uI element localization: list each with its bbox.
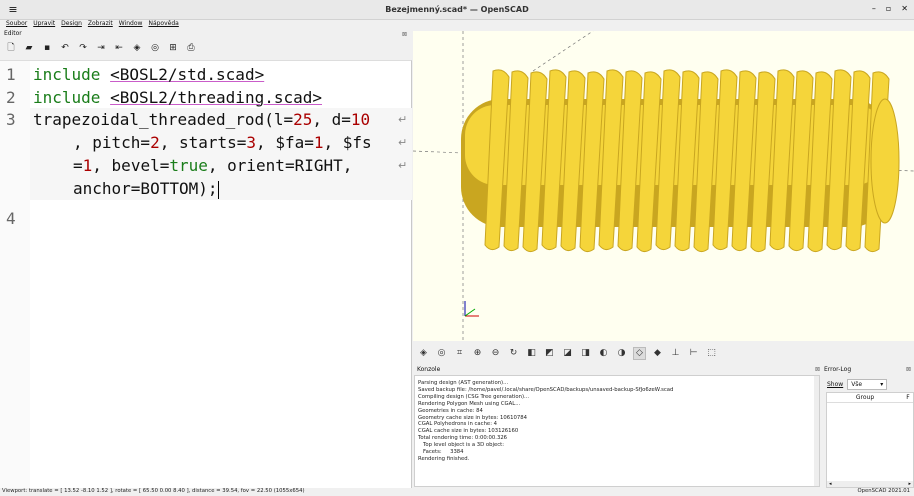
menu-window[interactable]: Window [119,20,143,31]
show-label: Show [827,381,844,388]
menu-design[interactable]: Design [61,20,82,31]
console-line: Parsing design (AST generation)... [418,380,509,386]
render-icon[interactable]: ◎ [150,43,160,53]
editor-toolbar: 🗋 ▰ ▪ ↶ ↷ ⇥ ⇤ ◈ ◎ ⊞ ⎙ [6,41,196,55]
line-number: 4 [6,209,16,228]
view-front-icon[interactable]: ◐ [598,348,609,359]
scroll-right-icon[interactable]: ▸ [908,481,911,487]
indent-icon[interactable]: ⇥ [96,43,106,53]
send-to-print-icon[interactable]: ⎙ [186,43,196,53]
rendered-model [413,31,914,341]
orthogonal-icon[interactable]: ◆ [652,348,663,359]
render-icon[interactable]: ◎ [436,348,447,359]
error-log-close-icon[interactable]: ⊠ [906,366,911,373]
zoom-out-icon[interactable]: ⊖ [490,348,501,359]
view-left-icon[interactable]: ◨ [580,348,591,359]
unindent-icon[interactable]: ⇤ [114,43,124,53]
editor-close-icon[interactable]: ⊠ [402,31,407,38]
error-log-filter: Show Vše ▾ [827,379,888,390]
console-title: Konzole [417,366,441,373]
wrap-indicator-icon: ↵ [398,159,408,172]
line-number: 2 [6,88,16,107]
code-line-1: include <BOSL2/std.scad> [33,65,265,84]
reset-view-icon[interactable]: ↻ [508,348,519,359]
maximize-icon[interactable]: ▫ [886,4,891,13]
preview-icon[interactable]: ◈ [132,43,142,53]
show-select[interactable]: Vše ▾ [847,379,888,390]
code-line-3-wrap-3: anchor=BOTTOM); [73,179,219,199]
preview-icon[interactable]: ◈ [418,348,429,359]
error-log-header: Group F [827,393,913,403]
view-back-icon[interactable]: ◑ [616,348,627,359]
view-bottom-icon[interactable]: ◪ [562,348,573,359]
menu-napoveda[interactable]: Nápověda [148,20,178,31]
console-line: Rendering finished. [418,455,470,462]
line-number: 3 [6,110,16,129]
editor-title: Editor [4,30,22,37]
wrap-indicator-icon: ↵ [398,136,408,149]
version-label: OpenSCAD 2021.01 [857,488,911,494]
show-edges-icon[interactable]: ⬚ [706,348,717,359]
console-line: Total rendering time: 0:00:00.326 [418,435,508,442]
console-line: Geometry cache size in bytes: 10610784 [418,414,527,421]
close-icon[interactable]: ✕ [901,4,908,13]
gizmo-y-axis [464,308,476,317]
zoom-in-icon[interactable]: ⊕ [472,348,483,359]
console-line: Geometries in cache: 84 [418,407,483,414]
console-line: Rendering Polygon Mesh using CGAL... [418,400,521,407]
error-log-hscrollbar[interactable]: ◂ ▸ [827,481,913,487]
viewport-toolbar: ◈ ◎ ⌗ ⊕ ⊖ ↻ ◧ ◩ ◪ ◨ ◐ ◑ ◇ ◆ ⊥ ⊢ ⬚ [418,345,717,361]
error-log-table[interactable]: Group F ◂ ▸ [826,392,914,488]
3d-viewport[interactable] [413,31,914,341]
window-title: Bezejmenný.scad* — OpenSCAD [385,5,529,14]
save-icon[interactable]: ▪ [42,43,52,53]
console-panel[interactable]: Parsing design (AST generation)... Saved… [414,375,820,487]
console-line: Facets: 3384 [418,449,464,456]
open-icon[interactable]: ▰ [24,43,34,53]
console-scrollbar[interactable] [814,376,819,486]
code-editor[interactable]: 1 2 3 4 include <BOSL2/std.scad> include… [0,60,412,488]
code-line-3-wrap-2: =1, bevel=true, orient=RIGHT, [73,156,353,175]
new-icon[interactable]: 🗋 [6,43,16,53]
console-line: Compiling design (CSG Tree generation)..… [418,393,530,400]
error-log-title: Error-Log [824,366,852,373]
code-line-3: trapezoidal_threaded_rod(l=25, d=10 [33,110,371,129]
undo-icon[interactable]: ↶ [60,43,70,53]
line-number: 1 [6,65,16,84]
column-group[interactable]: Group [827,394,903,401]
view-all-icon[interactable]: ⌗ [454,348,465,359]
menu-upravit[interactable]: Upravit [33,20,55,31]
column-f[interactable]: F [903,394,913,401]
viewport-status: Viewport: translate = [ 13.52 -8.10 1.52… [2,488,305,494]
console-close-icon[interactable]: ⊠ [815,366,820,373]
console-line: Top level object is a 3D object: [418,442,505,449]
code-line-3-wrap-1: , pitch=2, starts=3, $fa=1, $fs [73,133,372,152]
wrap-indicator-icon: ↵ [398,113,408,126]
view-top-icon[interactable]: ◩ [544,348,555,359]
perspective-icon[interactable]: ◇ [633,346,646,360]
scroll-left-icon[interactable]: ◂ [829,481,832,487]
view-right-icon[interactable]: ◧ [526,348,537,359]
console-line: CGAL cache size in bytes: 103126160 [418,428,519,435]
rod-end-face [870,98,900,224]
menu-zobrazit[interactable]: Zobrazit [88,20,113,31]
menu-bar: Soubor Upravit Design Zobrazit Window Ná… [0,20,179,31]
minimize-icon[interactable]: – [872,4,876,13]
text-caret [217,180,219,199]
axis-line [532,31,594,72]
redo-icon[interactable]: ↷ [78,43,88,53]
code-line-2: include <BOSL2/threading.scad> [33,88,322,107]
title-bar: ≡ Bezejmenný.scad* — OpenSCAD – ▫ ✕ [0,0,914,20]
console-line: CGAL Polyhedrons in cache: 4 [418,421,498,428]
export-stl-icon[interactable]: ⊞ [168,43,178,53]
show-axes-icon[interactable]: ⊥ [670,348,681,359]
console-line: Saved backup file: /home/pavel/.local/sh… [418,386,674,393]
show-scale-icon[interactable]: ⊢ [688,348,699,359]
chevron-down-icon: ▾ [880,381,884,388]
